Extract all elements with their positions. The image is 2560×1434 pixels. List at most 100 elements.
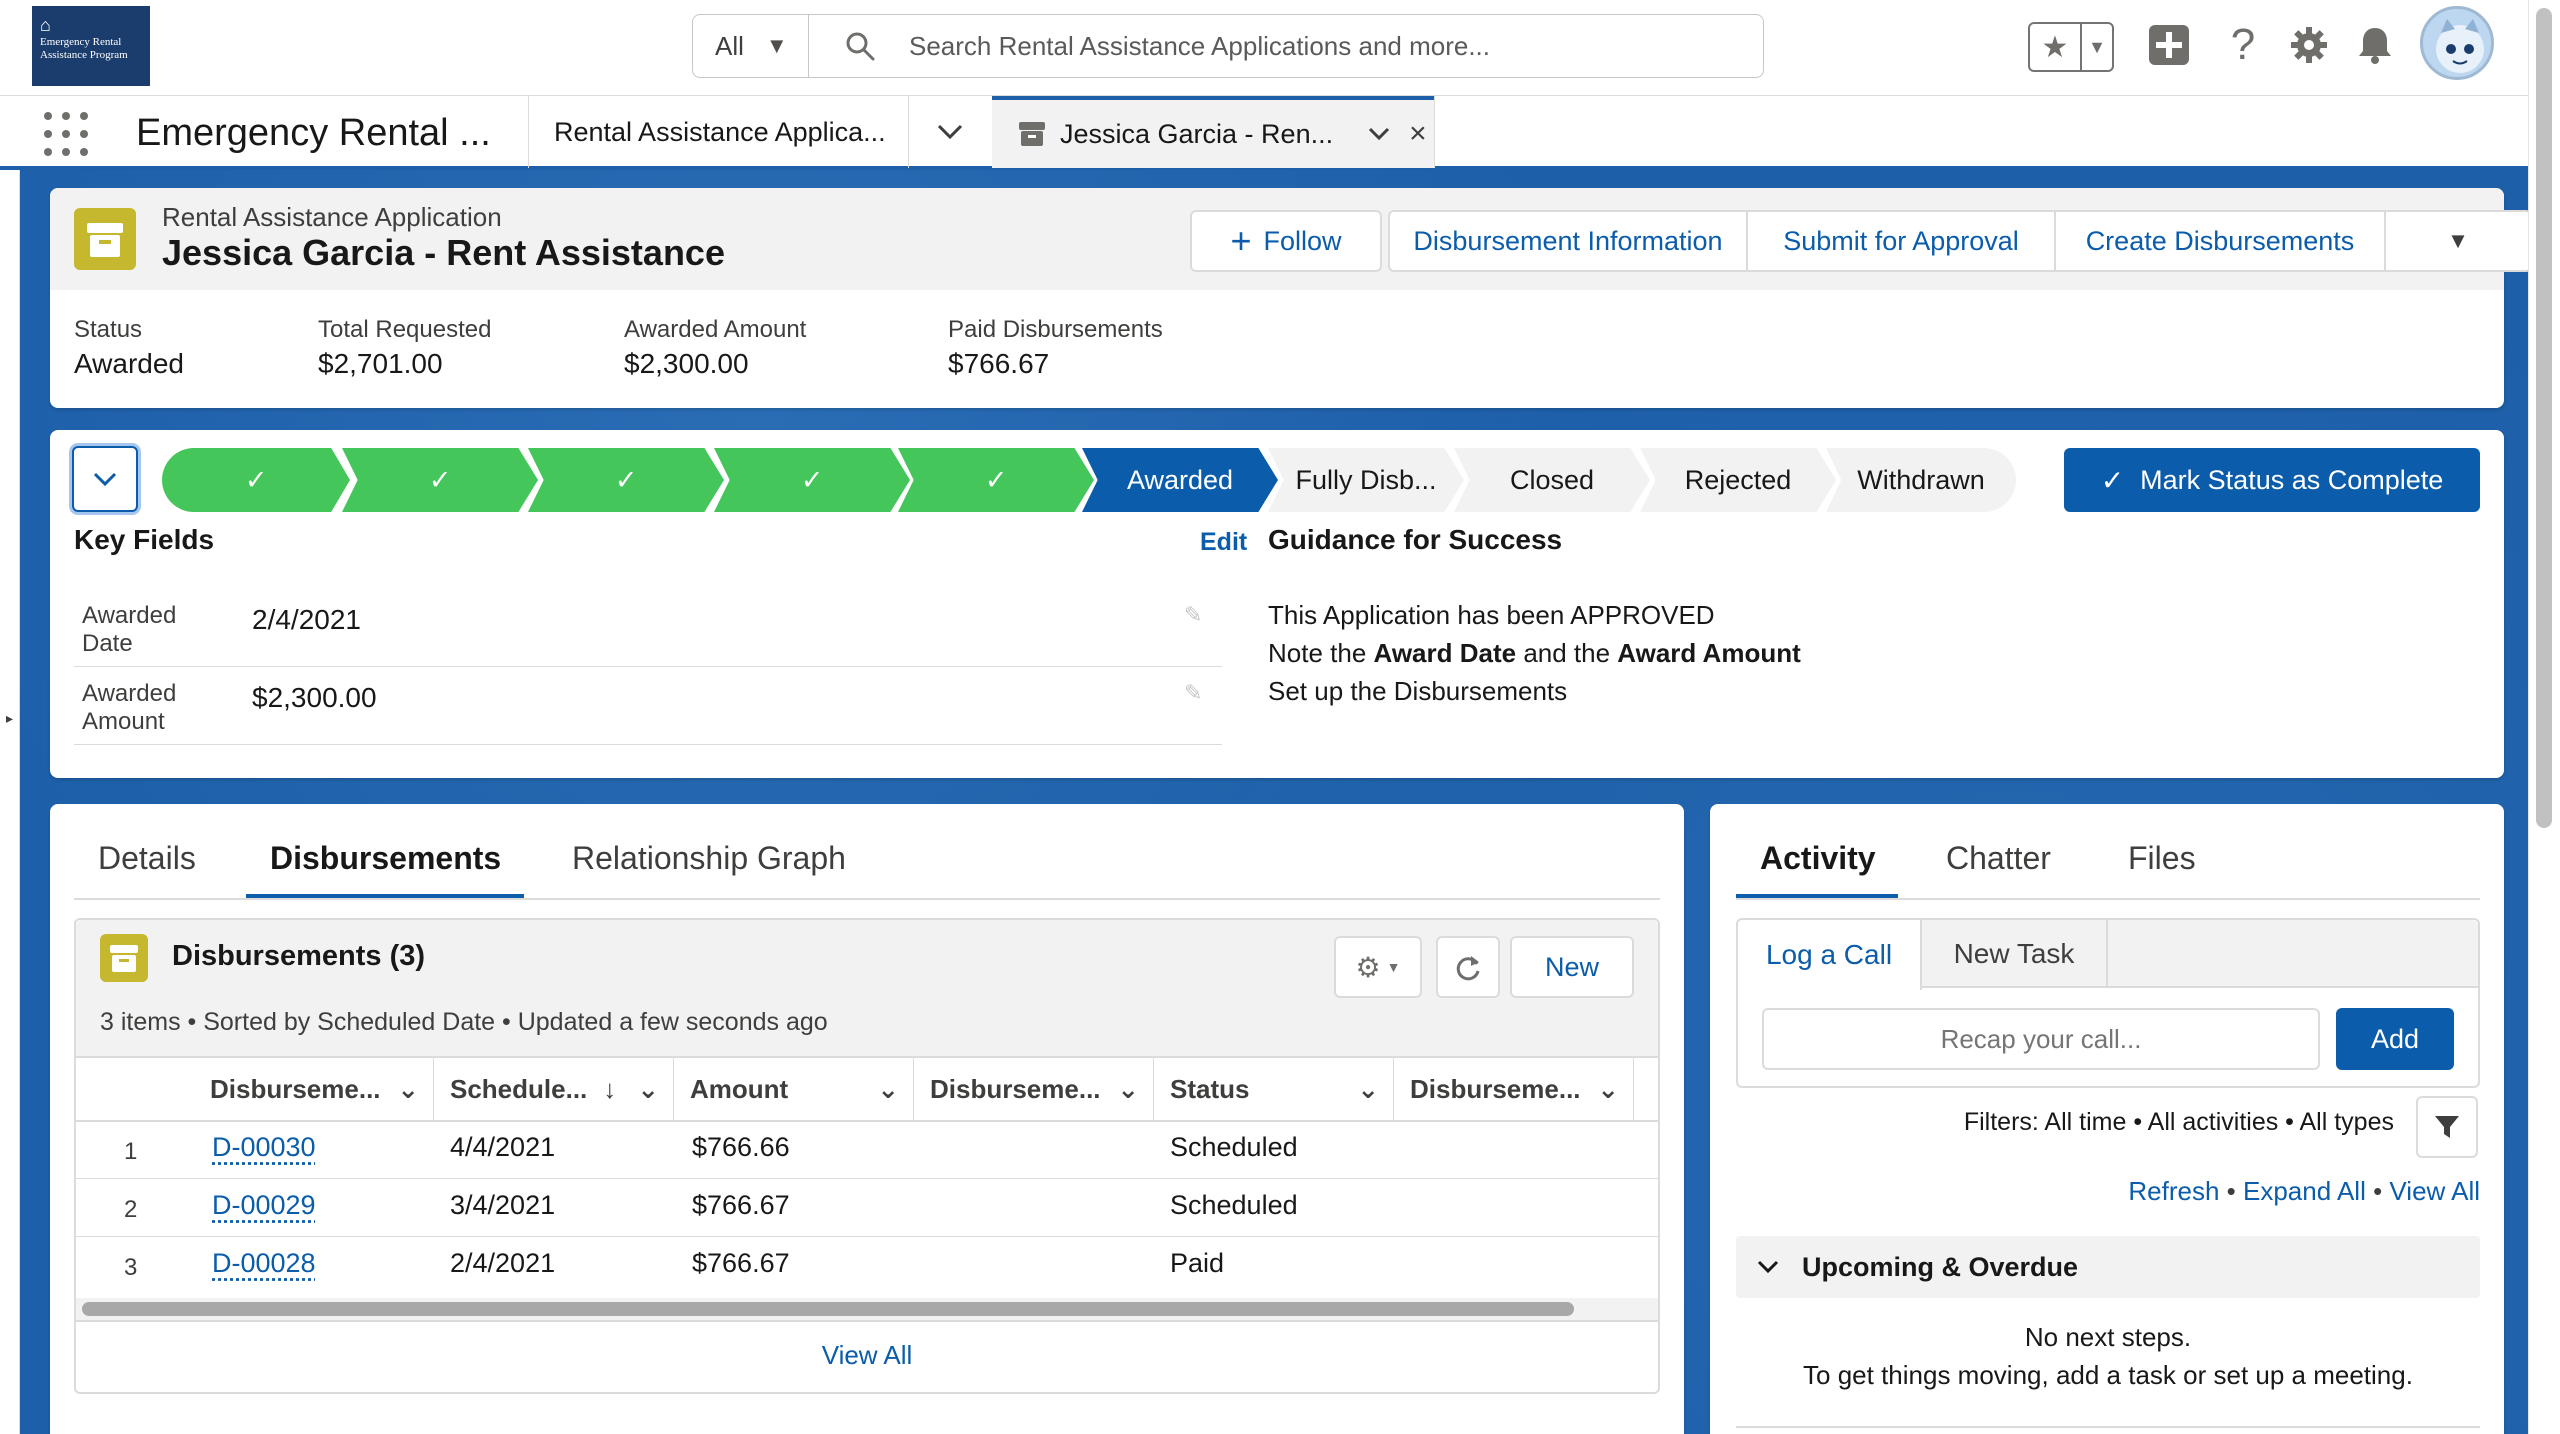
subtab-log-a-call[interactable]: Log a Call — [1738, 920, 1922, 990]
status-cell: Scheduled — [1170, 1132, 1298, 1162]
column-header-status[interactable]: Status ⌄ — [1154, 1058, 1394, 1120]
nav-tab-menu[interactable] — [908, 96, 992, 168]
record-header-card: Rental Assistance Application Jessica Ga… — [50, 188, 2532, 408]
mark-status-complete-label: Mark Status as Complete — [2140, 464, 2444, 495]
view-all-disbursements-link[interactable]: View All — [76, 1340, 1658, 1371]
notification-bell-icon[interactable] — [2350, 18, 2400, 72]
record-icon — [74, 208, 136, 270]
follow-button[interactable]: + Follow — [1190, 210, 1382, 272]
path-step-label: Closed — [1509, 464, 1595, 495]
setup-gear-icon[interactable] — [2284, 18, 2334, 72]
path-step-label: Rejected — [1684, 464, 1792, 495]
add-call-button[interactable]: Add — [2336, 1008, 2454, 1070]
path-toggle-button[interactable] — [72, 446, 138, 512]
user-avatar[interactable] — [2420, 6, 2494, 80]
check-icon: ✓ — [984, 464, 1008, 495]
highlight-awarded-amount: Awarded Amount $2,300.00 — [624, 316, 806, 380]
highlight-paid-disbursements: Paid Disbursements $766.67 — [948, 316, 1163, 380]
path-step-complete[interactable]: ✓ — [528, 448, 724, 512]
path-step-withdrawn[interactable]: Withdrawn — [1826, 448, 2016, 512]
plus-icon: + — [1230, 220, 1252, 261]
chevron-down-icon[interactable] — [1367, 126, 1391, 142]
upcoming-overdue-section[interactable]: Upcoming & Overdue — [1736, 1236, 2480, 1298]
new-disbursement-button[interactable]: New — [1510, 936, 1634, 998]
view-all-activity-link[interactable]: View All — [2389, 1176, 2480, 1206]
global-actions-button[interactable] — [2142, 18, 2196, 72]
chevron-down-icon — [937, 124, 963, 140]
filter-button[interactable] — [2416, 1096, 2478, 1158]
highlight-total-requested: Total Requested $2,701.00 — [318, 316, 491, 380]
column-header-disbursement-number[interactable]: Disburseme... ⌄ — [76, 1058, 434, 1120]
disbursement-link[interactable]: D-00029 — [212, 1190, 316, 1221]
path-step-complete[interactable]: ✓ — [162, 448, 350, 512]
path-step-complete[interactable]: ✓ — [898, 448, 1094, 512]
check-icon: ✓ — [244, 464, 268, 495]
mark-status-complete-button[interactable]: ✓ Mark Status as Complete — [2064, 448, 2480, 512]
chevron-down-icon: ⌄ — [1357, 1073, 1379, 1104]
column-header-disbursement-method[interactable]: Disburseme... ⌄ — [1394, 1058, 1634, 1120]
path-step-rejected[interactable]: Rejected — [1640, 448, 1836, 512]
column-header-disbursement-type[interactable]: Disburseme... ⌄ — [914, 1058, 1154, 1120]
path-step-fully-disbursed[interactable]: Fully Disb... — [1268, 448, 1464, 512]
tab-disbursements[interactable]: Disbursements — [270, 840, 501, 877]
search-scope-dropdown[interactable]: All ▼ — [693, 15, 809, 77]
tab-relationship-graph[interactable]: Relationship Graph — [572, 840, 846, 877]
disbursement-link[interactable]: D-00028 — [212, 1248, 316, 1279]
upcoming-overdue-title: Upcoming & Overdue — [1802, 1251, 2079, 1282]
nav-tab-applications[interactable]: Rental Assistance Applica... — [528, 96, 908, 168]
chevron-down-icon: ⌄ — [1597, 1073, 1619, 1104]
list-settings-button[interactable]: ⚙ ▼ — [1334, 936, 1422, 998]
record-title: Jessica Garcia - Rent Assistance — [162, 232, 725, 273]
key-fields-title: Key Fields — [74, 524, 215, 555]
column-header-scheduled-date[interactable]: Schedule... ↓ ⌄ — [434, 1058, 674, 1120]
close-icon[interactable]: × — [1409, 117, 1427, 151]
key-fields-edit-link[interactable]: Edit — [1200, 528, 1247, 557]
scrollbar-thumb[interactable] — [82, 1302, 1574, 1316]
highlight-value: Awarded — [74, 348, 185, 379]
search-input[interactable] — [909, 27, 1729, 65]
tab-activity[interactable]: Activity — [1760, 840, 1876, 877]
nav-tab-record[interactable]: Jessica Garcia - Ren... × — [992, 96, 1434, 168]
tab-details[interactable]: Details — [98, 840, 196, 877]
edit-pencil-icon[interactable]: ✎ — [1184, 680, 1202, 706]
app-launcher-icon[interactable] — [44, 112, 88, 156]
subtab-new-task[interactable]: New Task — [1922, 920, 2108, 988]
page-scrollbar-thumb[interactable] — [2536, 8, 2552, 828]
gear-icon: ⚙ — [1355, 951, 1381, 983]
refresh-activity-link[interactable]: Refresh — [2128, 1176, 2219, 1206]
record-tab-icon — [1019, 122, 1045, 146]
field-value-awarded-date: 2/4/2021 — [252, 604, 361, 635]
tab-files[interactable]: Files — [2128, 840, 2196, 877]
expand-all-link[interactable]: Expand All — [2243, 1176, 2366, 1206]
disbursement-link[interactable]: D-00030 — [212, 1132, 316, 1163]
app-logo[interactable]: ⌂ Emergency Rental Assistance Program — [32, 6, 150, 86]
app-name: Emergency Rental ... — [136, 112, 491, 154]
row-number: 2 — [124, 1196, 138, 1223]
tab-chatter[interactable]: Chatter — [1946, 840, 2051, 877]
help-icon[interactable]: ? — [2220, 18, 2266, 72]
record-object-label: Rental Assistance Application — [162, 202, 502, 232]
scheduled-date-cell: 3/4/2021 — [450, 1190, 556, 1220]
utility-sidebar-handle[interactable]: ▸ — [0, 170, 20, 1434]
scheduled-date-cell: 2/4/2021 — [450, 1248, 556, 1278]
path-step-complete[interactable]: ✓ — [714, 448, 910, 512]
caret-right-icon: ▸ — [6, 710, 14, 726]
recap-call-input[interactable] — [1762, 1008, 2320, 1070]
favorites-button[interactable]: ★ ▼ — [2028, 22, 2114, 72]
guidance-line: Note the Award Date and the Award Amount — [1268, 638, 1801, 668]
disbursement-information-button[interactable]: Disbursement Information — [1390, 212, 1748, 270]
path-step-label: Withdrawn — [1857, 464, 1985, 495]
more-actions-button[interactable]: ▼ — [2386, 212, 2530, 270]
logo-text: Emergency Rental Assistance Program — [40, 36, 128, 61]
global-header: ⌂ Emergency Rental Assistance Program Al… — [0, 0, 2560, 96]
refresh-list-button[interactable] — [1436, 936, 1500, 998]
path-step-closed[interactable]: Closed — [1454, 448, 1650, 512]
path-step-current[interactable]: Awarded — [1082, 448, 1278, 512]
path-step-complete[interactable]: ✓ — [342, 448, 538, 512]
column-header-amount[interactable]: Amount ⌄ — [674, 1058, 914, 1120]
edit-pencil-icon[interactable]: ✎ — [1184, 602, 1202, 628]
create-disbursements-button[interactable]: Create Disbursements — [2056, 212, 2386, 270]
caret-down-icon: ▼ — [765, 33, 788, 58]
highlight-label: Paid Disbursements — [948, 316, 1163, 343]
submit-for-approval-button[interactable]: Submit for Approval — [1748, 212, 2056, 270]
